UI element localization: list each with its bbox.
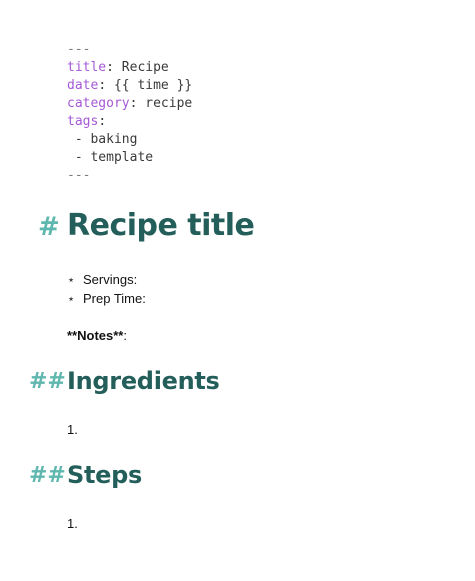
frontmatter-value: recipe: [145, 96, 193, 111]
frontmatter-line-tags: tags:: [67, 113, 192, 131]
frontmatter-separator: :: [98, 78, 114, 93]
notes-paragraph[interactable]: **Notes**:: [67, 327, 127, 345]
frontmatter-key: category: [67, 96, 130, 111]
frontmatter-key: title: [67, 60, 107, 75]
list-item: ⋆ Servings:: [67, 270, 146, 289]
frontmatter-tag-item: - baking: [67, 132, 138, 147]
frontmatter-line-category: category: recipe: [67, 95, 192, 113]
frontmatter-line-title: title: Recipe: [67, 59, 192, 77]
heading-marker: #: [38, 212, 60, 242]
list-item-text: Prep Time:: [83, 291, 146, 306]
frontmatter-close-delimiter: ---: [67, 168, 91, 183]
frontmatter-open-delimiter: ---: [67, 42, 91, 57]
notes-suffix: :: [123, 328, 127, 343]
frontmatter-line-date: date: {{ time }}: [67, 77, 192, 95]
frontmatter-value: Recipe: [121, 60, 169, 75]
heading-2-steps[interactable]: ## Steps: [0, 459, 475, 495]
frontmatter-separator: :: [129, 96, 146, 111]
frontmatter-key: tags: [67, 114, 99, 129]
heading-text: Ingredients: [67, 367, 220, 395]
frontmatter-separator: :: [98, 114, 107, 129]
bullet-icon: ⋆: [67, 272, 76, 287]
heading-2-ingredients[interactable]: ## Ingredients: [0, 365, 475, 401]
list-item-text: Servings:: [83, 272, 138, 287]
notes-label: **Notes**: [67, 328, 124, 343]
frontmatter-key: date: [67, 78, 99, 93]
steps-list-item[interactable]: 1.: [67, 515, 78, 533]
markdown-editor[interactable]: --- title: Recipe date: {{ time }} categ…: [0, 0, 475, 581]
heading-text: Steps: [67, 461, 143, 489]
frontmatter-tag-item: - template: [67, 150, 154, 165]
list-item: ⋆ Prep Time:: [67, 289, 146, 308]
page-title: Recipe title: [67, 208, 255, 243]
frontmatter-value: {{ time }}: [113, 78, 193, 93]
heading-marker: ##: [29, 463, 66, 488]
meta-list[interactable]: ⋆ Servings: ⋆ Prep Time:: [67, 270, 146, 308]
heading-marker: ##: [29, 369, 66, 394]
ingredients-list-item[interactable]: 1.: [67, 421, 78, 439]
heading-1[interactable]: # Recipe title: [0, 206, 475, 250]
bullet-icon: ⋆: [67, 291, 76, 306]
frontmatter-block[interactable]: --- title: Recipe date: {{ time }} categ…: [67, 41, 192, 185]
frontmatter-separator: :: [106, 60, 122, 75]
